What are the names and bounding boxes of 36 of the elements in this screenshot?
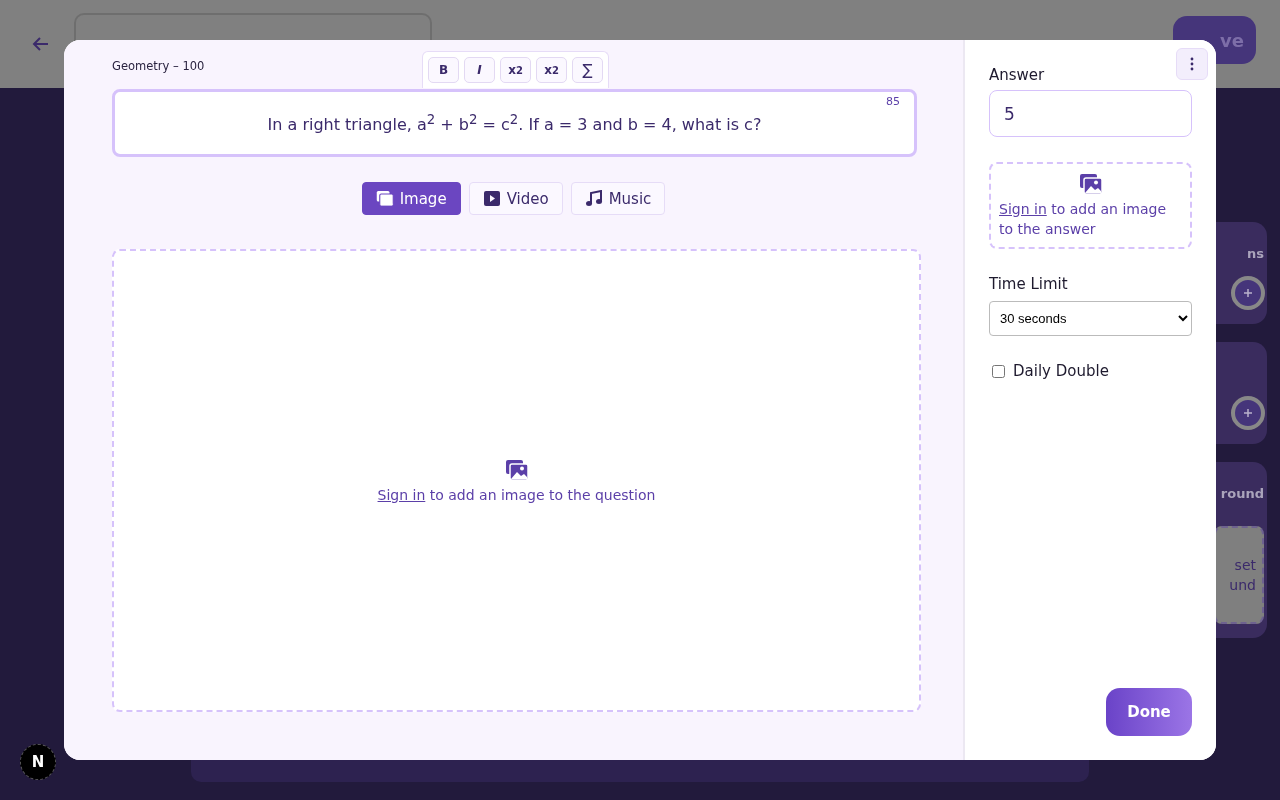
daily-double-label: Daily Double — [1013, 362, 1109, 380]
question-field[interactable]: In a right triangle, a$^{2}$ + b$^{2}$ = c$^{2}$. If a = 3 and b = 4, what is c? 85 — [112, 88, 917, 158]
add-button[interactable] — [1231, 396, 1265, 430]
sign-in-link[interactable]: Sign in — [377, 486, 426, 503]
question-text: In a right triangle, a$^{2}$ + b$^{2}$ = c$^{2}$. If a = 3 and b = 4, what is c? — [267, 112, 762, 135]
category-label: Geometry – 100 — [112, 59, 206, 73]
card-title: round — [1220, 486, 1264, 502]
plus-icon — [1243, 408, 1253, 418]
sign-in-link[interactable]: Sign in — [999, 200, 1047, 217]
answer-field[interactable]: 5 — [989, 90, 1192, 137]
dropzone-text: Sign in to add an image to the question — [377, 486, 656, 503]
daily-double-checkbox[interactable] — [992, 364, 1005, 378]
music-note-icon — [584, 190, 603, 208]
media-tab[interactable]: Image — [361, 182, 461, 216]
sum-button[interactable]: ∑ — [572, 57, 603, 83]
done-button[interactable]: Done — [1106, 688, 1192, 736]
italic-button[interactable]: I — [464, 57, 495, 83]
dropzone-text: und — [1229, 576, 1256, 595]
image-dropzone[interactable]: Sign in to add an image to the question — [112, 249, 921, 712]
bold-button[interactable]: B — [428, 57, 459, 83]
play-icon — [482, 190, 501, 208]
more-icon — [1190, 57, 1194, 71]
app-badge[interactable]: N — [20, 744, 56, 780]
media-tab[interactable]: Video — [468, 182, 563, 216]
char-count: 85 — [886, 94, 900, 108]
dropzone-text: Sign in to add an image to the answer — [999, 199, 1168, 239]
plus-icon — [1243, 288, 1253, 298]
image-dropzone[interactable]: Sign in to add an image to the answer — [989, 162, 1192, 249]
time-limit-label: Time Limit — [989, 275, 1069, 293]
answer-label: Answer — [989, 66, 1046, 84]
back-arrow-icon[interactable] — [32, 35, 50, 53]
add-button[interactable] — [1231, 276, 1265, 310]
media-tab[interactable]: Music — [570, 182, 666, 216]
dropzone-text: set — [1234, 556, 1256, 575]
card-title: ns — [1247, 246, 1264, 262]
time-limit-select[interactable]: 30 seconds — [989, 301, 1192, 336]
